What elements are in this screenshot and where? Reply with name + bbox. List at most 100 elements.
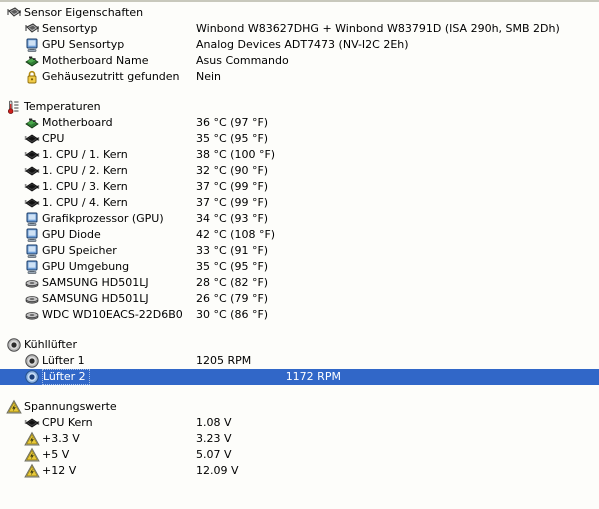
sensor-value: 33 °C (91 °F) [196,244,269,257]
sensor-row[interactable]: +12 V 12.09 V [0,463,599,479]
sensor-value: 28 °C (82 °F) [196,276,269,289]
sensor-row[interactable]: Sensortyp Winbond W83627DHG + Winbond W83… [0,21,599,37]
sensor-row[interactable]: +5 V 5.07 V [0,447,599,463]
sensor-row[interactable]: CPU 35 °C (95 °F) [0,131,599,147]
section-title: Sensor Eigenschaften [24,6,144,19]
sensor-value: 1205 RPM [196,354,252,367]
sensor-value: 37 °C (99 °F) [196,196,269,209]
sensor-label: SAMSUNG HD501LJ [42,276,149,289]
sensor-value: 36 °C (97 °F) [196,116,269,129]
sensor-value: 37 °C (99 °F) [196,180,269,193]
sensor-label: Lüfter 1 [42,354,85,367]
section-header-temperatures[interactable]: Temperaturen [0,99,599,115]
sensor-value: 34 °C (93 °F) [196,212,269,225]
sensor-row[interactable]: 1. CPU / 4. Kern 37 °C (99 °F) [0,195,599,211]
sensor-label: GPU Diode [42,228,101,241]
sensor-row[interactable]: 1. CPU / 2. Kern 32 °C (90 °F) [0,163,599,179]
cpu-icon [24,179,40,195]
sensor-label: WDC WD10EACS-22D6B0 [42,308,183,321]
section-title: Spannungswerte [24,400,117,413]
sensor-value: 38 °C (100 °F) [196,148,276,161]
sensor-label: Gehäusezutritt gefunden [42,70,180,83]
sensor-value: 12.09 V [196,464,239,477]
sensor-row[interactable]: SAMSUNG HD501LJ 26 °C (79 °F) [0,291,599,307]
sensor-label: Motherboard Name [42,54,149,67]
sensor-row[interactable]: WDC WD10EACS-22D6B0 30 °C (86 °F) [0,307,599,323]
sensor-panel: Sensor Eigenschaften Sensortyp Winbond W8… [0,0,599,509]
harddisk-icon [24,307,40,323]
section-title: Temperaturen [24,100,101,113]
cpu-icon [24,195,40,211]
gpu-monitor-icon [24,37,40,53]
fan-icon [6,337,22,353]
voltage-icon [24,447,40,463]
sensor-label: Grafikprozessor (GPU) [42,212,164,225]
section-title: Kühllüfter [24,338,77,351]
sensor-value: Winbond W83627DHG + Winbond W83791D (ISA… [196,22,560,35]
fan-selected-icon [24,369,40,385]
gpu-monitor-icon [24,259,40,275]
sensor-label: +5 V [42,448,70,461]
sensor-label: GPU Umgebung [42,260,130,273]
sensor-row[interactable]: GPU Umgebung 35 °C (95 °F) [0,259,599,275]
fan-icon [24,353,40,369]
sensor-label: 1. CPU / 3. Kern [42,180,128,193]
sensor-value: 42 °C (108 °F) [196,228,276,241]
sensor-value: 30 °C (86 °F) [196,308,269,321]
motherboard-icon [24,115,40,131]
sensor-row[interactable]: GPU Sensortyp Analog Devices ADT7473 (NV-… [0,37,599,53]
cpu-icon [24,163,40,179]
sensor-value: Analog Devices ADT7473 (NV-I2C 2Eh) [196,38,409,51]
voltage-icon [6,399,22,415]
sensor-label: +12 V [42,464,77,477]
voltage-icon [24,463,40,479]
sensor-row[interactable]: Lüfter 1 1205 RPM [0,353,599,369]
gpu-monitor-icon [24,211,40,227]
section-header-sensor-properties[interactable]: Sensor Eigenschaften [0,5,599,21]
cpu-icon [24,131,40,147]
sensor-label: Lüfter 2 [42,369,90,385]
cpu-icon [24,147,40,163]
sensor-label: GPU Speicher [42,244,117,257]
sensor-label: +3.3 V [42,432,80,445]
sensor-row[interactable]: CPU Kern 1.08 V [0,415,599,431]
sensor-row[interactable]: Grafikprozessor (GPU) 34 °C (93 °F) [0,211,599,227]
sensor-row[interactable]: Gehäusezutritt gefunden Nein [0,69,599,85]
sensor-value: 35 °C (95 °F) [196,132,269,145]
sensor-row[interactable]: SAMSUNG HD501LJ 28 °C (82 °F) [0,275,599,291]
thermometer-icon [6,99,22,115]
sensor-row[interactable]: +3.3 V 3.23 V [0,431,599,447]
sensor-value: 35 °C (95 °F) [196,260,269,273]
section-header-fans[interactable]: Kühllüfter [0,337,599,353]
cpu-icon [24,415,40,431]
sensor-value: 26 °C (79 °F) [196,292,269,305]
sensor-row[interactable]: GPU Diode 42 °C (108 °F) [0,227,599,243]
sensor-row[interactable]: 1. CPU / 1. Kern 38 °C (100 °F) [0,147,599,163]
section-header-voltages[interactable]: Spannungswerte [0,399,599,415]
sensor-value: 1.08 V [196,416,232,429]
gpu-monitor-icon [24,227,40,243]
sensor-label: Motherboard [42,116,113,129]
sensor-row[interactable]: GPU Speicher 33 °C (91 °F) [0,243,599,259]
sensor-label: 1. CPU / 2. Kern [42,164,128,177]
harddisk-icon [24,275,40,291]
voltage-icon [24,431,40,447]
gpu-monitor-icon [24,243,40,259]
chip-icon [6,5,22,21]
sensor-label: 1. CPU / 1. Kern [42,148,128,161]
sensor-label: 1. CPU / 4. Kern [42,196,128,209]
sensor-label: GPU Sensortyp [42,38,125,51]
sensor-row[interactable]: Motherboard Name Asus Commando [0,53,599,69]
sensor-tree[interactable]: Sensor Eigenschaften Sensortyp Winbond W8… [0,2,599,479]
sensor-value: 1172 RPM [285,370,341,383]
chip-icon [24,21,40,37]
sensor-value: Nein [196,70,222,83]
sensor-row[interactable]: Lüfter 2 1172 RPM [0,369,599,385]
sensor-label: CPU [42,132,65,145]
sensor-row[interactable]: Motherboard 36 °C (97 °F) [0,115,599,131]
sensor-value: 5.07 V [196,448,232,461]
sensor-value: Asus Commando [196,54,289,67]
sensor-row[interactable]: 1. CPU / 3. Kern 37 °C (99 °F) [0,179,599,195]
